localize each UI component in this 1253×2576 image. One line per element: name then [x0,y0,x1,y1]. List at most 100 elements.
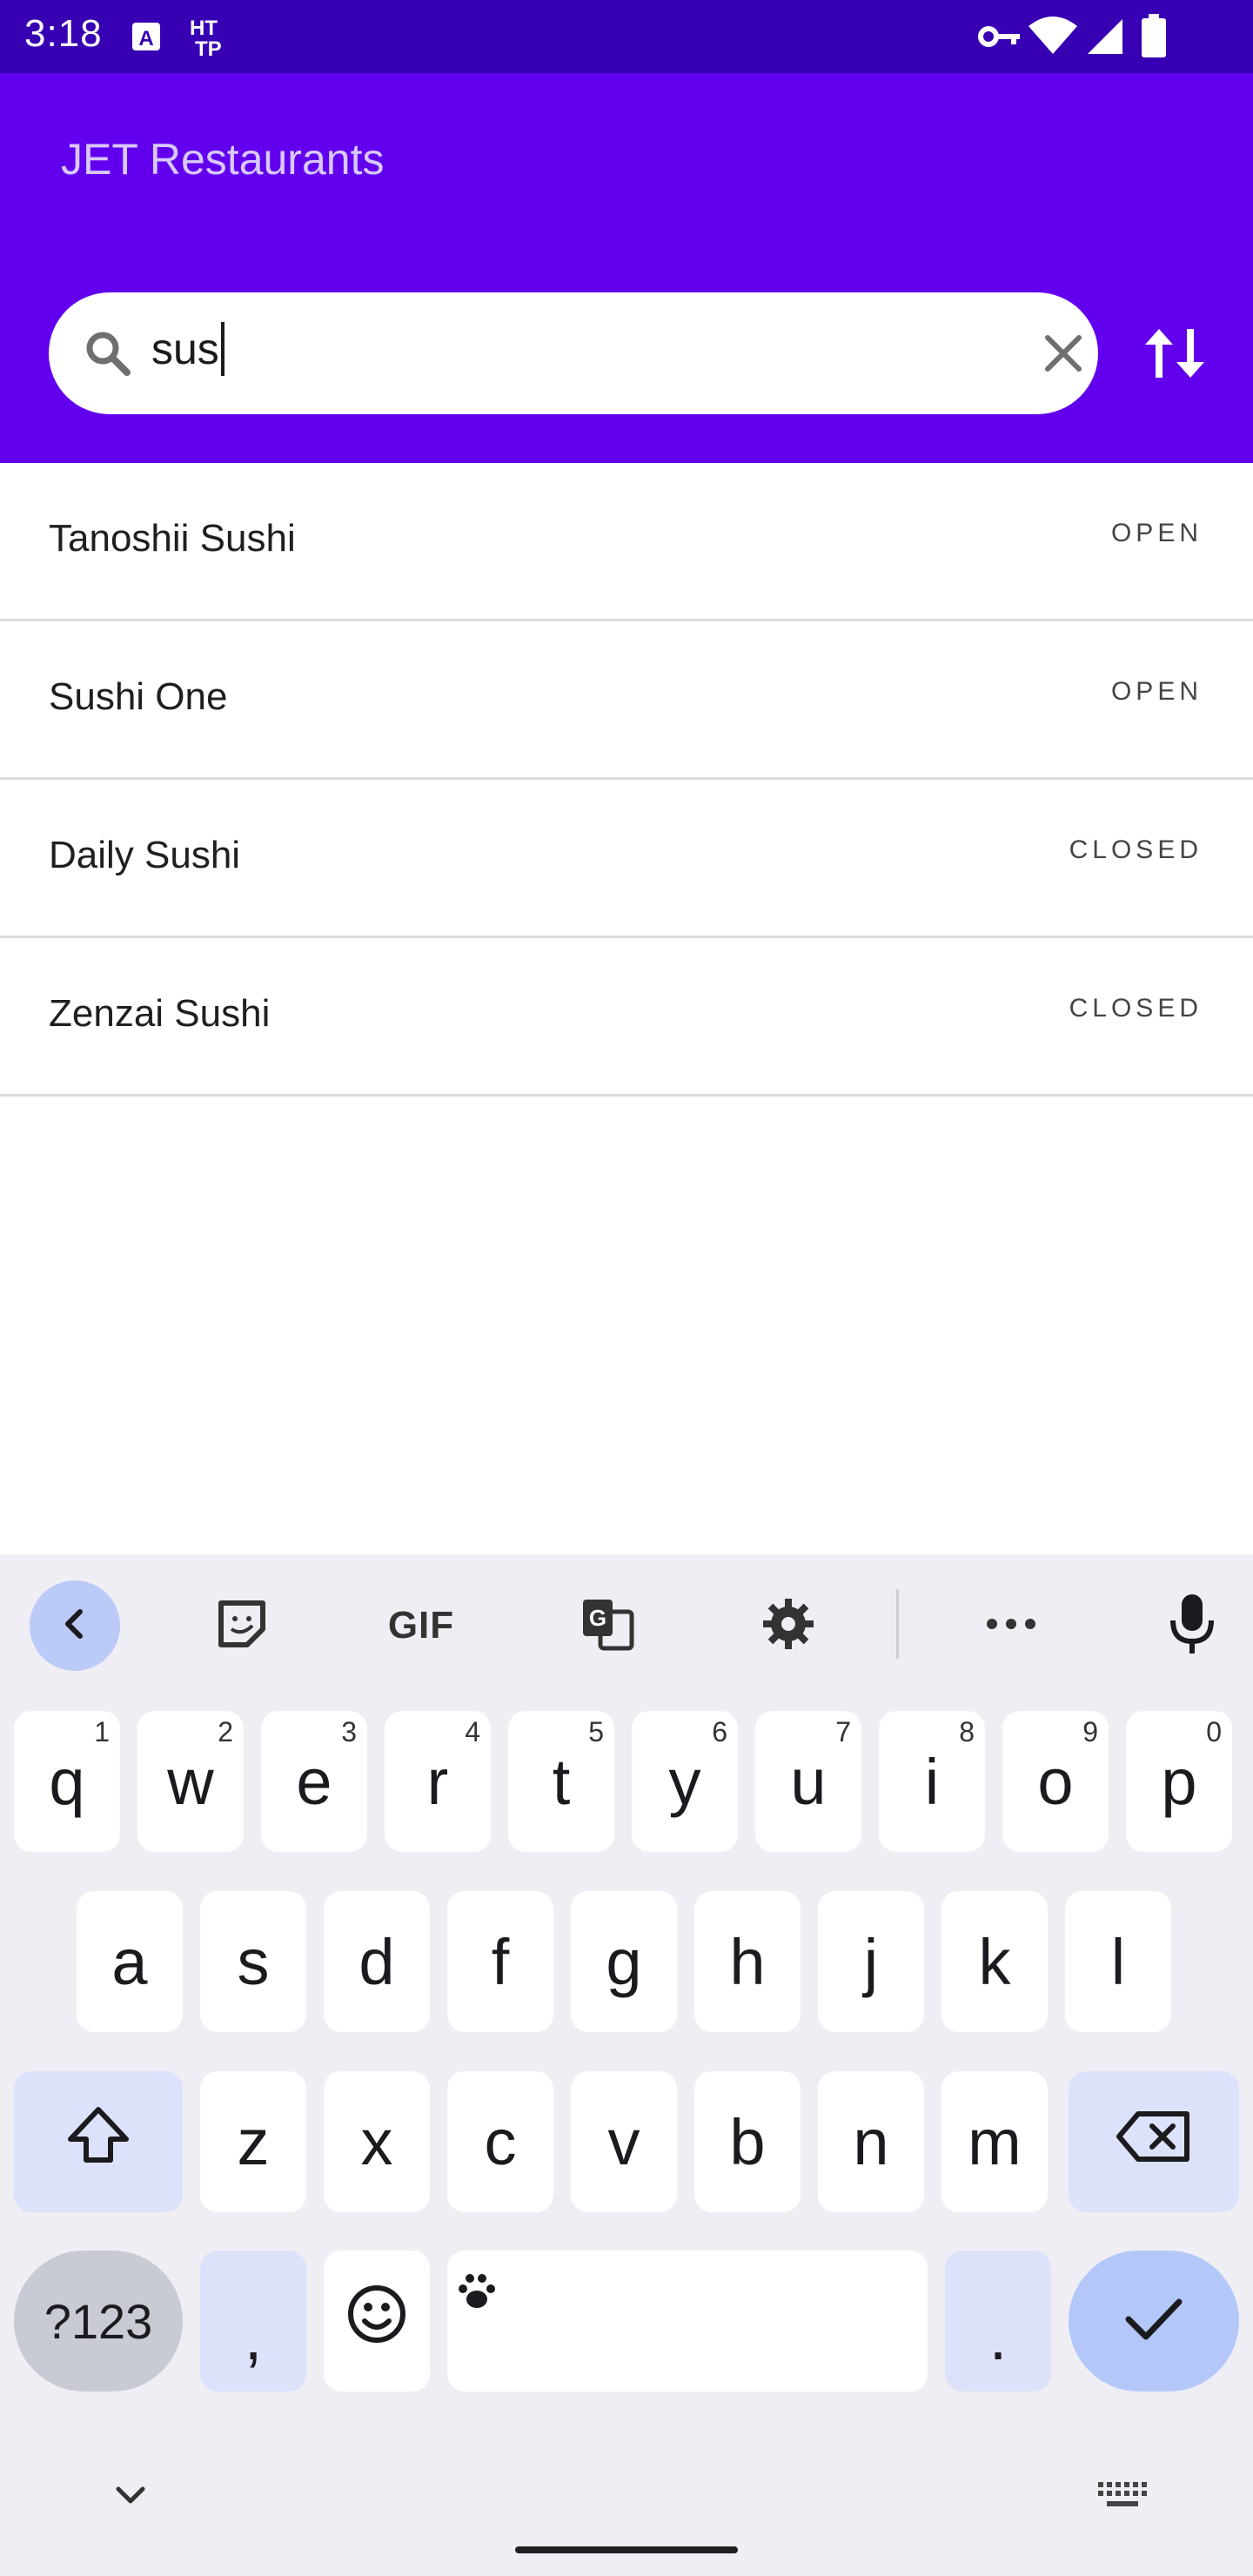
key-t[interactable]: t5 [508,1711,614,1852]
key-label: v [607,2105,640,2178]
key-label: i [924,1745,940,1818]
key-c[interactable]: c [447,2071,553,2212]
key-k[interactable]: k [941,1891,1048,2032]
comma-key[interactable]: , [200,2251,306,2392]
on-screen-keyboard: GIF G q1 w2 e3 r4 t5 y6 u7 i8 o9 p 0 a s… [0,1554,1253,2576]
key-u[interactable]: u7 [755,1711,861,1852]
search-field[interactable]: sus [49,292,1098,414]
app-bar: JET Restaurants sus [0,73,1253,463]
key-r[interactable]: r4 [385,1711,491,1852]
settings-button[interactable] [743,1580,834,1671]
key-w[interactable]: w2 [137,1711,244,1852]
search-input-value: sus [151,325,219,373]
key-label: j [863,1925,879,1998]
key-label: w [167,1745,214,1818]
key-j[interactable]: j [818,1891,924,2032]
key-hint: 8 [959,1716,975,1748]
key-label: , [244,2300,263,2373]
key-v[interactable]: v [571,2071,677,2212]
key-b[interactable]: b [694,2071,801,2212]
emoji-key[interactable] [324,2251,430,2392]
key-z[interactable]: z [200,2071,306,2212]
key-n[interactable]: n [818,2071,924,2212]
key-e[interactable]: e3 [261,1711,367,1852]
microphone-icon [1168,1593,1216,1660]
keyboard-switch-icon[interactable] [1096,2480,1149,2514]
shift-icon [64,2104,133,2180]
key-label: l [1110,1925,1126,1998]
key-d[interactable]: d [324,1891,430,2032]
key-label: . [988,2300,1008,2373]
key-label: b [729,2105,766,2178]
translate-button[interactable]: G [562,1580,653,1671]
list-item[interactable]: Sushi One OPEN [0,621,1253,780]
signal-icon [1086,16,1124,60]
key-label: r [426,1745,449,1818]
restaurant-name: Daily Sushi [49,834,241,876]
list-item[interactable]: Daily Sushi CLOSED [0,780,1253,938]
gesture-nav-handle[interactable] [515,2546,738,2553]
key-hint: 2 [218,1716,233,1748]
symbols-label: ?123 [44,2293,153,2349]
keyboard-toolbar: GIF G [0,1554,1253,1694]
key-label: e [296,1745,332,1818]
key-label: c [484,2105,517,2178]
key-label: k [978,1925,1011,1998]
key-hint: 3 [341,1716,357,1748]
emoji-icon [345,2283,408,2360]
restaurant-name: Sushi One [49,675,228,718]
restaurant-name: Tanoshii Sushi [49,517,296,560]
key-label: h [729,1925,766,1998]
hide-keyboard-icon[interactable] [113,2484,148,2512]
key-o[interactable]: o9 [1002,1711,1109,1852]
toolbar-divider [896,1589,899,1659]
status-bar: 3:18 A HT TP [0,0,1253,73]
backspace-key[interactable] [1069,2071,1239,2212]
list-item[interactable]: Zenzai Sushi CLOSED [0,938,1253,1097]
sort-icon[interactable] [1140,325,1209,386]
key-hint: 5 [588,1716,604,1748]
key-hint: 7 [835,1716,851,1748]
key-h[interactable]: h [694,1891,801,2032]
sticker-icon [216,1598,268,1654]
key-label: g [606,1925,642,1998]
restaurant-status: OPEN [1110,677,1203,706]
spacebar-key[interactable] [447,2251,928,2392]
more-options-button[interactable] [966,1580,1056,1671]
clear-icon[interactable] [1041,331,1086,380]
key-x[interactable]: x [324,2071,430,2212]
svg-text:A: A [138,27,153,50]
enter-key[interactable] [1069,2251,1239,2392]
svg-text:HT: HT [190,17,218,40]
key-s[interactable]: s [200,1891,306,2032]
period-key[interactable]: . [945,2251,1051,2392]
key-a[interactable]: a [77,1891,183,2032]
key-m[interactable]: m [941,2071,1048,2212]
sticker-button[interactable] [197,1580,287,1671]
key-g[interactable]: g [571,1891,677,2032]
text-cursor [220,322,224,376]
backspace-icon [1114,2105,1194,2179]
key-l[interactable]: l [1065,1891,1171,2032]
voice-input-button[interactable] [1147,1580,1237,1671]
key-q[interactable]: q1 [14,1711,120,1852]
restaurant-status: OPEN [1110,519,1203,547]
gear-icon [761,1597,815,1655]
keyboard-back-button[interactable] [30,1580,120,1671]
key-hint: 0 [1206,1716,1222,1748]
key-hint: 6 [712,1716,727,1748]
key-i[interactable]: i8 [879,1711,985,1852]
list-item[interactable]: Tanoshii Sushi OPEN [0,463,1253,621]
search-input[interactable]: sus [151,322,224,376]
key-p[interactable]: p0 [1126,1711,1232,1852]
key-y[interactable]: y6 [632,1711,738,1852]
restaurant-status: CLOSED [1069,835,1203,864]
shift-key[interactable] [14,2071,183,2212]
symbols-key[interactable]: ?123 [14,2251,183,2392]
http-notification-icon: HT TP [188,16,238,62]
app-title: JET Restaurants [61,135,385,184]
key-label: d [358,1925,395,1998]
gif-button[interactable]: GIF [376,1580,466,1671]
key-label: s [237,1925,270,1998]
key-f[interactable]: f [447,1891,553,2032]
